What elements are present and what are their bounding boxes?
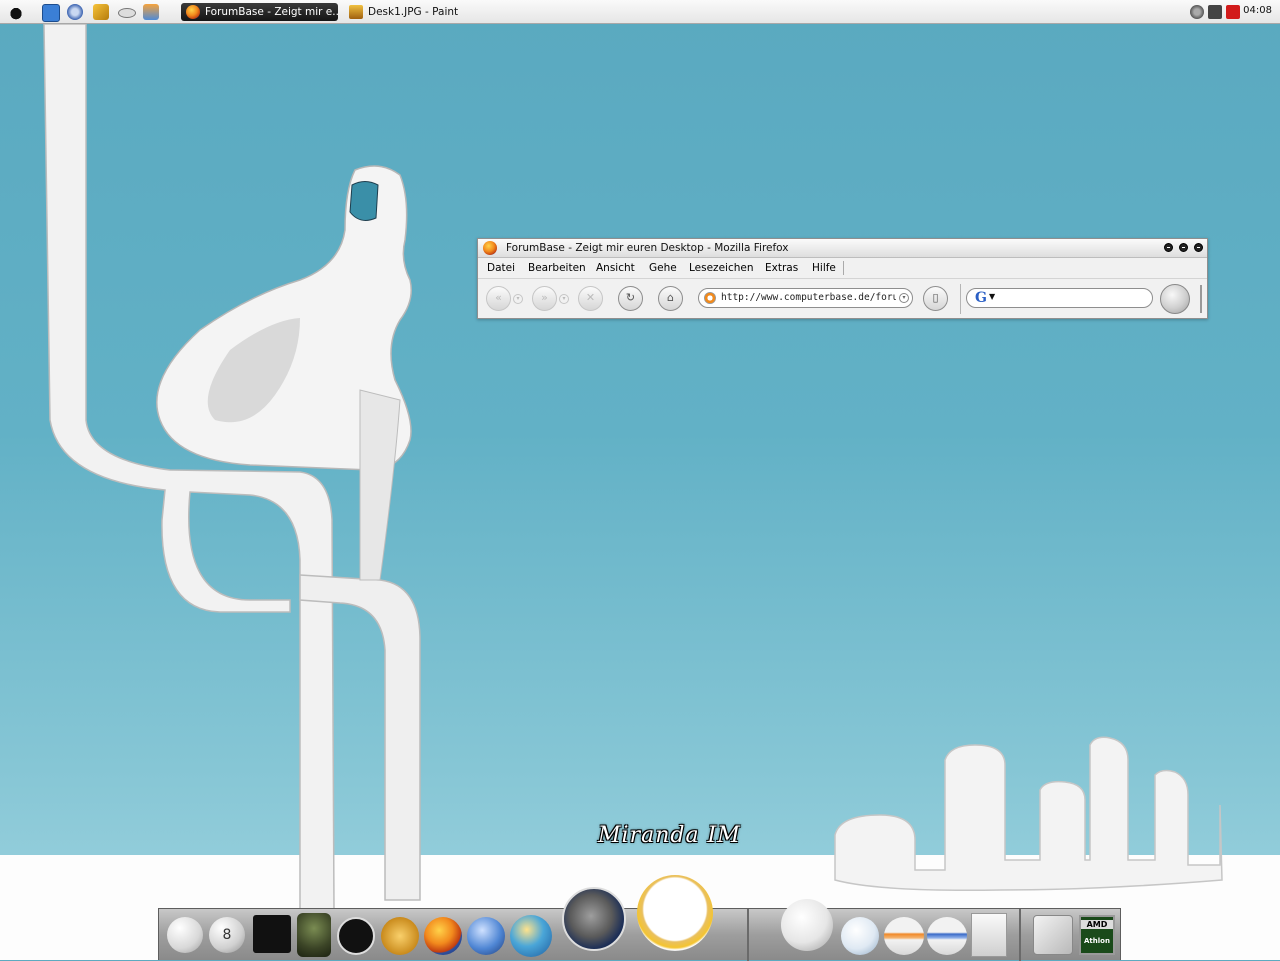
- search-bar[interactable]: G ▼: [966, 288, 1153, 308]
- ie-icon[interactable]: [42, 4, 60, 22]
- s-logo-icon[interactable]: [337, 917, 375, 955]
- menu-icon[interactable]: [8, 4, 24, 20]
- stop-button[interactable]: ✕: [578, 286, 603, 311]
- url-text[interactable]: http://www.computerbase.de/forum/: [721, 292, 896, 303]
- taskbar: ForumBase - Zeigt mir e... Desk1.JPG - P…: [0, 0, 1280, 24]
- cpu-label-bottom: Athlon: [1084, 937, 1110, 945]
- dock-separator: [747, 909, 749, 961]
- wallpaper: [0, 24, 1280, 960]
- miranda-icon[interactable]: [637, 875, 713, 951]
- menu-separator: [843, 261, 844, 275]
- menu-datei[interactable]: Datei: [487, 262, 515, 274]
- toolbar-grip: [1200, 285, 1202, 313]
- gimp-icon[interactable]: [562, 887, 626, 951]
- document-icon[interactable]: [971, 913, 1007, 957]
- minimize-button[interactable]: [1164, 243, 1173, 252]
- firefox-icon[interactable]: [424, 917, 462, 955]
- eight-ball-label: 8: [222, 927, 232, 943]
- dock: 8 AMD Athlon: [158, 875, 1121, 961]
- cpu-icon[interactable]: AMD Athlon: [1079, 915, 1115, 955]
- cpu-label-top: AMD: [1081, 920, 1113, 929]
- menu-lesezeichen[interactable]: Lesezeichen: [689, 262, 754, 274]
- menu-ansicht[interactable]: Ansicht: [596, 262, 635, 274]
- menu-bar: Datei Bearbeiten Ansicht Gehe Lesezeiche…: [478, 258, 1207, 279]
- winamp-icon[interactable]: [381, 917, 419, 955]
- windows-orb-icon[interactable]: [781, 899, 833, 951]
- drive-icon[interactable]: [118, 8, 136, 18]
- url-bar[interactable]: http://www.computerbase.de/forum/ ▾: [698, 288, 913, 308]
- google-icon[interactable]: G: [975, 290, 987, 306]
- network-icon[interactable]: [67, 4, 83, 20]
- back-button[interactable]: «: [486, 286, 511, 311]
- window-title: ForumBase - Zeigt mir euren Desktop - Mo…: [506, 242, 789, 254]
- search-engine-dropdown-icon[interactable]: ▼: [989, 292, 995, 301]
- dock-hover-label: Miranda IM: [598, 823, 741, 848]
- antivirus-icon[interactable]: [1208, 5, 1222, 19]
- soldier-game-icon[interactable]: [297, 913, 331, 957]
- bookmarks-button[interactable]: ▯: [923, 286, 948, 311]
- firefox-window: ForumBase - Zeigt mir euren Desktop - Mo…: [477, 238, 1208, 319]
- menu-hilfe[interactable]: Hilfe: [812, 262, 836, 274]
- thunderbird-icon[interactable]: [467, 917, 505, 955]
- eight-ball-icon[interactable]: 8: [209, 917, 245, 953]
- home-button[interactable]: ⌂: [658, 286, 683, 311]
- url-dropdown-icon[interactable]: ▾: [899, 293, 909, 303]
- steam-icon[interactable]: [253, 915, 291, 953]
- menu-bearbeiten[interactable]: Bearbeiten: [528, 262, 586, 274]
- kaspersky-icon[interactable]: [1226, 5, 1240, 19]
- globe-icon[interactable]: [510, 915, 552, 957]
- task-firefox[interactable]: ForumBase - Zeigt mir e...: [181, 3, 338, 21]
- favicon-icon: [704, 292, 716, 304]
- task-paint[interactable]: Desk1.JPG - Paint: [344, 3, 494, 21]
- clock[interactable]: 04:08: [1243, 5, 1272, 16]
- orange-orb-icon[interactable]: [884, 917, 924, 955]
- task-label: Desk1.JPG - Paint: [368, 6, 459, 18]
- forward-button[interactable]: »: [532, 286, 557, 311]
- maximize-button[interactable]: [1179, 243, 1188, 252]
- close-button[interactable]: [1194, 243, 1203, 252]
- back-dropdown-icon[interactable]: ▾: [513, 294, 523, 304]
- paint-bucket-icon[interactable]: [143, 4, 159, 20]
- firefox-icon: [186, 5, 200, 19]
- pencil-icon[interactable]: [93, 4, 109, 20]
- menu-gehe[interactable]: Gehe: [649, 262, 677, 274]
- shield-icon[interactable]: [1190, 5, 1204, 19]
- title-bar[interactable]: ForumBase - Zeigt mir euren Desktop - Mo…: [478, 239, 1207, 258]
- forward-dropdown-icon[interactable]: ▾: [559, 294, 569, 304]
- navigation-toolbar: « ▾ » ▾ ✕ ↻ ⌂ http://www.computerbase.de…: [478, 279, 1207, 318]
- paint-icon: [349, 5, 363, 19]
- dock-separator: [1019, 909, 1021, 961]
- blank-orb-icon[interactable]: [167, 917, 203, 953]
- finder-icon[interactable]: [1033, 915, 1073, 955]
- blue-orb-icon[interactable]: [927, 917, 967, 955]
- reload-button[interactable]: ↻: [618, 286, 643, 311]
- snowflake-orb-icon[interactable]: [841, 917, 879, 955]
- toolbar-separator: [960, 284, 961, 314]
- task-label: ForumBase - Zeigt mir e...: [205, 6, 338, 18]
- menu-extras[interactable]: Extras: [765, 262, 798, 274]
- throbber-icon: [1160, 284, 1190, 314]
- firefox-icon: [483, 241, 497, 255]
